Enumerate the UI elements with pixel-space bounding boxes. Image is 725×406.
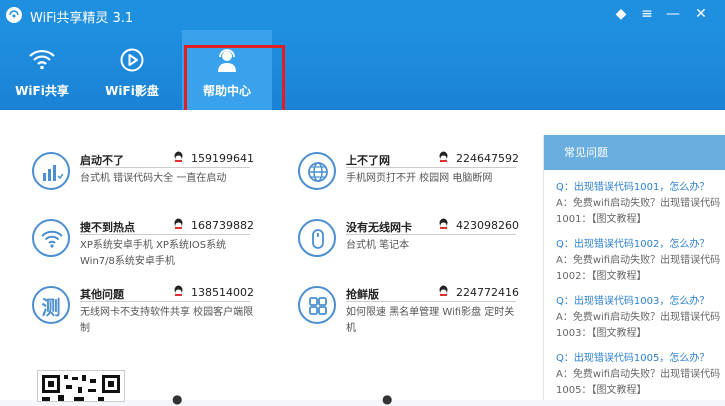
- help-item-topics[interactable]: 手机网页打不开 校园网 电脑断网: [346, 171, 521, 187]
- qq-number[interactable]: 423098260: [456, 219, 519, 232]
- qq-icon: [174, 218, 183, 229]
- test-glyph: 测: [41, 297, 61, 319]
- mouse-icon: [298, 219, 336, 257]
- qq-icon: [439, 151, 448, 162]
- wifi-icon: [28, 48, 56, 73]
- faq-answer[interactable]: A：免费wifi启动失败？出现错误代码1002：【图文教程】: [556, 253, 722, 285]
- qq-icon: [174, 151, 183, 162]
- faq-question-link[interactable]: Q：出现错误代码1002，怎么办？: [556, 237, 722, 253]
- faq-panel: 常见问题 Q：出现错误代码1001，怎么办？ A：免费wifi启动失败？出现错误…: [543, 135, 725, 400]
- qq-icon: [439, 218, 448, 229]
- divider: [80, 167, 250, 168]
- tab-label: WiFi共享: [15, 84, 69, 98]
- bottom-icon: ●: [382, 392, 393, 406]
- qq-number[interactable]: 159199641: [191, 152, 254, 165]
- faq-answer[interactable]: A：免费wifi启动失败？出现错误代码1001：【图文教程】: [556, 196, 722, 228]
- qr-code: [37, 370, 125, 402]
- test-icon: 测: [32, 286, 70, 324]
- tab-wifi-disk[interactable]: WiFi影盘: [96, 30, 168, 110]
- help-item-other[interactable]: 测 其他问题 138514002 无线网卡不支持软件共享 校园客户端限制: [32, 285, 262, 346]
- help-item-topics[interactable]: XP系统安卓手机 XP系统IOS系统 Win7/8系统安卓手机: [80, 238, 255, 270]
- faq-item: Q：出现错误代码1005，怎么办？ A：免费wifi启动失败？出现错误代码100…: [556, 351, 722, 399]
- help-item-topics[interactable]: 台式机 笔记本: [346, 238, 521, 254]
- help-item-startup[interactable]: 启动不了 159199641 台式机 错误代码大全 一直在启动: [32, 151, 262, 212]
- app-logo-icon: [6, 7, 22, 23]
- help-item-no-internet[interactable]: 上不了网 224647592 手机网页打不开 校园网 电脑断网: [298, 151, 528, 212]
- help-item-title: 上不了网: [346, 154, 390, 167]
- main-toolbar: WiFi共享 WiFi影盘 帮助中心: [0, 30, 725, 110]
- faq-item: Q：出现错误代码1002，怎么办？ A：免费wifi启动失败？出现错误代码100…: [556, 237, 722, 285]
- grid-icon: [298, 286, 336, 324]
- faq-question-link[interactable]: Q：出现错误代码1001，怎么办？: [556, 180, 722, 196]
- help-item-topics[interactable]: 台式机 错误代码大全 一直在启动: [80, 171, 255, 187]
- faq-answer[interactable]: A：免费wifi启动失败？出现错误代码1003：【图文教程】: [556, 310, 722, 342]
- tab-wifi-share[interactable]: WiFi共享: [8, 30, 76, 110]
- wifi-icon: [32, 219, 70, 257]
- tab-label: WiFi影盘: [105, 84, 159, 98]
- faq-question-link[interactable]: Q：出现错误代码1005，怎么办？: [556, 351, 722, 367]
- divider: [346, 234, 516, 235]
- divider: [80, 301, 250, 302]
- help-item-topics[interactable]: 无线网卡不支持软件共享 校园客户端限制: [80, 305, 255, 337]
- tab-label: 帮助中心: [202, 84, 251, 98]
- menu-button[interactable]: ≡: [636, 4, 658, 24]
- divider: [346, 167, 516, 168]
- faq-answer[interactable]: A：免费wifi启动失败？出现错误代码1005：【图文教程】: [556, 367, 722, 399]
- title-bar: WiFi共享精灵 3.1 ◆ ≡ — ✕: [0, 0, 725, 30]
- faq-item: Q：出现错误代码1003，怎么办？ A：免费wifi启动失败？出现错误代码100…: [556, 294, 722, 342]
- help-item-no-wireless-card[interactable]: 没有无线网卡 423098260 台式机 笔记本: [298, 218, 528, 279]
- help-item-title: 搜不到热点: [80, 221, 135, 234]
- help-item-no-hotspot[interactable]: 搜不到热点 168739882 XP系统安卓手机 XP系统IOS系统 Win7/…: [32, 218, 262, 279]
- qq-number[interactable]: 224647592: [456, 152, 519, 165]
- help-item-topics[interactable]: 如何限速 黑名单管理 Wifi影盘 定时关机: [346, 305, 521, 337]
- help-item-title: 抢鲜版: [346, 288, 379, 301]
- divider: [346, 301, 516, 302]
- signal-bars-icon: [32, 152, 70, 190]
- bottom-icon: ●: [172, 392, 183, 406]
- close-button[interactable]: ✕: [690, 4, 712, 24]
- support-agent-icon: [215, 48, 239, 77]
- play-icon: [120, 48, 144, 75]
- tab-help-center[interactable]: 帮助中心: [182, 30, 272, 110]
- help-item-title: 没有无线网卡: [346, 221, 412, 234]
- qq-number[interactable]: 138514002: [191, 286, 254, 299]
- help-item-title: 其他问题: [80, 288, 124, 301]
- faq-title: 常见问题: [544, 135, 725, 170]
- faq-question-link[interactable]: Q：出现错误代码1003，怎么办？: [556, 294, 722, 310]
- faq-item: Q：出现错误代码1001，怎么办？ A：免费wifi启动失败？出现错误代码100…: [556, 180, 722, 228]
- help-item-beta[interactable]: 抢鲜版 224772416 如何限速 黑名单管理 Wifi影盘 定时关机: [298, 285, 528, 346]
- help-item-title: 启动不了: [80, 154, 124, 167]
- minimize-button[interactable]: —: [662, 4, 684, 24]
- qq-icon: [439, 285, 448, 296]
- qq-number[interactable]: 168739882: [191, 219, 254, 232]
- qq-number[interactable]: 224772416: [456, 286, 519, 299]
- globe-icon: [298, 152, 336, 190]
- divider: [80, 234, 250, 235]
- qq-icon: [174, 285, 183, 296]
- app-title: WiFi共享精灵 3.1: [30, 11, 134, 26]
- skin-button[interactable]: ◆: [610, 4, 632, 24]
